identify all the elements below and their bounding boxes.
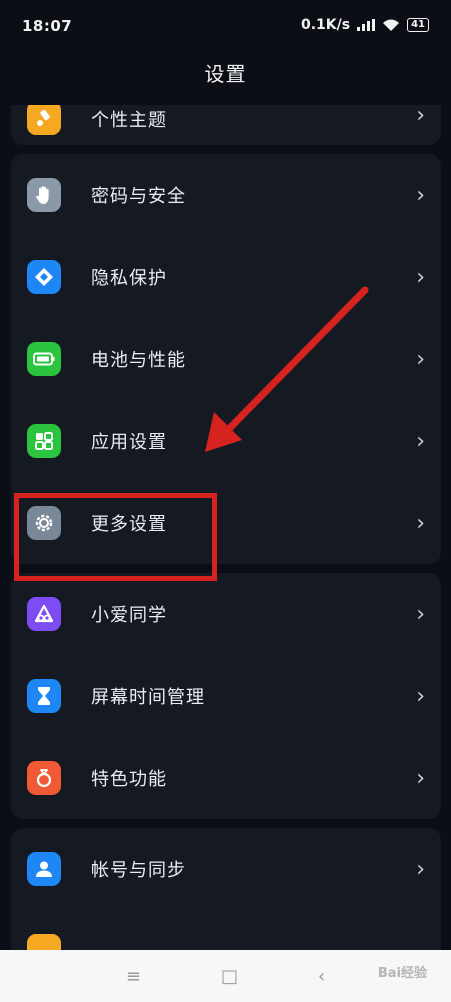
home-icon[interactable]: □ — [221, 966, 238, 987]
annotation-arrow-icon — [205, 286, 369, 452]
watermark: Bai经验 — [377, 966, 427, 981]
back-icon[interactable]: ‹ — [318, 966, 325, 987]
menu-icon[interactable]: ≡ — [126, 966, 141, 987]
